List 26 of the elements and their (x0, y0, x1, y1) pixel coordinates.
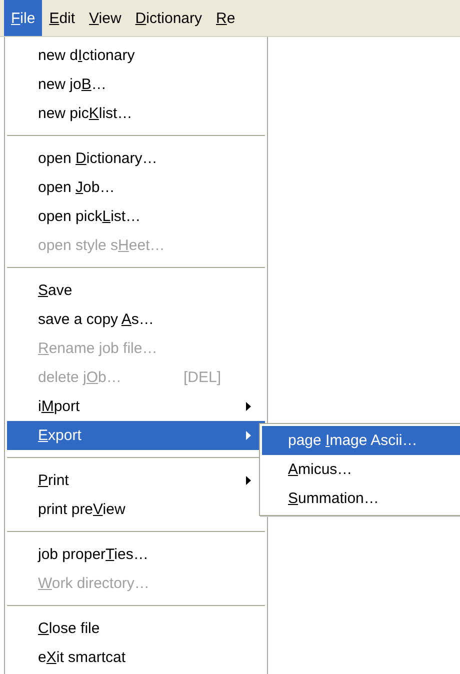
menu-item[interactable]: save a copy As… (7, 305, 265, 334)
menu-bar-item[interactable]: File (4, 0, 42, 36)
menu-bar-item[interactable]: Dictionary (128, 0, 209, 36)
submenu-arrow-icon (246, 402, 251, 411)
menu-item[interactable]: iMport (7, 392, 265, 421)
menu-item[interactable]: new joB… (7, 70, 265, 99)
menu-item[interactable]: Save (7, 276, 265, 305)
submenu-arrow-icon (246, 476, 251, 485)
menu-bar-item[interactable]: Re (209, 0, 242, 36)
menu-bar-item[interactable]: Edit (42, 0, 82, 36)
menu-item[interactable]: Amicus… (262, 455, 460, 484)
menu-item[interactable]: Export (7, 421, 265, 450)
menu-item[interactable]: page Image Ascii… (262, 426, 460, 455)
menu-item[interactable]: eXit smartcat (7, 643, 265, 672)
menu-item[interactable]: job properTies… (7, 540, 265, 569)
menu-item[interactable]: print preView (7, 495, 265, 524)
menu-item[interactable]: new picKlist… (7, 99, 265, 128)
menu-bar-item[interactable]: View (82, 0, 128, 36)
menu-item[interactable]: Close file (7, 614, 265, 643)
submenu-arrow-icon (246, 431, 251, 440)
menu-item[interactable]: Print (7, 466, 265, 495)
menu-item[interactable]: open Dictionary… (7, 144, 265, 173)
menu-item[interactable]: open pickList… (7, 202, 265, 231)
menu-item[interactable]: new dIctionary (7, 41, 265, 70)
menu-item[interactable]: open Job… (7, 173, 265, 202)
menu-item[interactable]: Summation… (262, 484, 460, 513)
